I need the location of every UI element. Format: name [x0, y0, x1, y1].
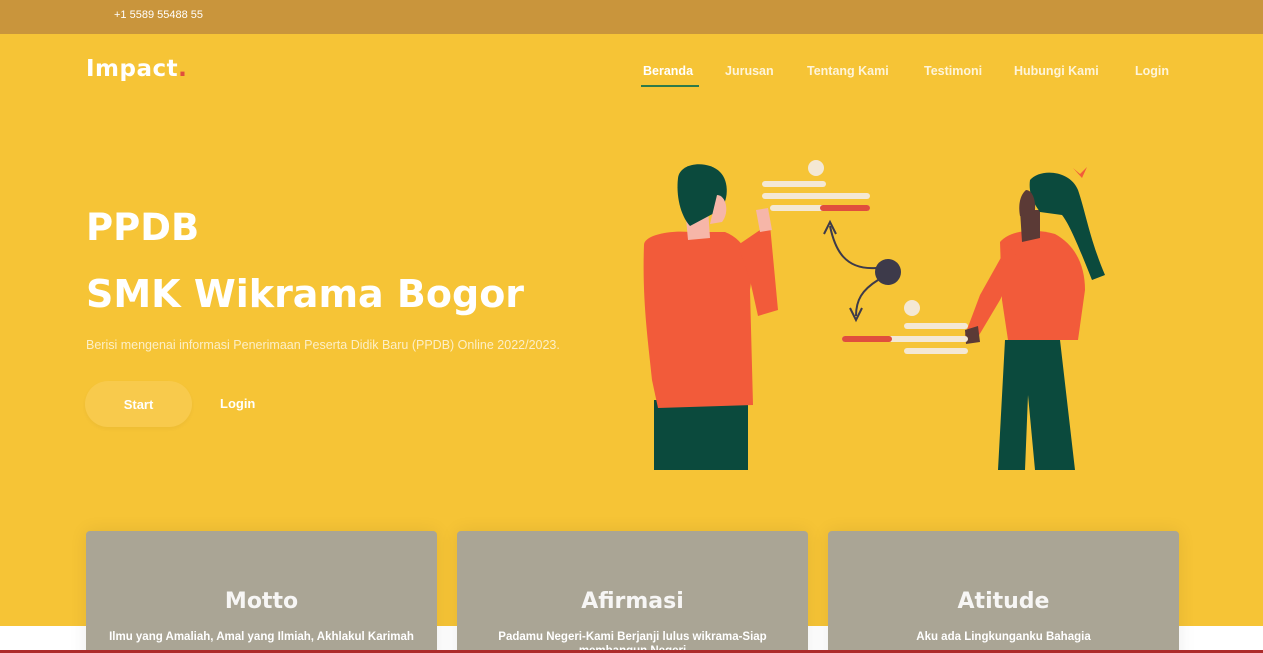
nav-item-tentang-kami[interactable]: Tentang Kami: [807, 64, 889, 78]
hero-title-line1: PPDB: [86, 206, 200, 249]
nav-item-testimoni[interactable]: Testimoni: [924, 64, 982, 78]
hero-description: Berisi mengenai informasi Penerimaan Pes…: [86, 338, 560, 352]
afirmasi-card: Afirmasi Padamu Negeri-Kami Berjanji lul…: [457, 531, 808, 653]
atitude-card: Atitude Aku ada Lingkunganku Bahagia: [828, 531, 1179, 653]
hero-title-line2: SMK Wikrama Bogor: [86, 272, 525, 316]
motto-card: Motto Ilmu yang Amaliah, Amal yang Ilmia…: [86, 531, 437, 653]
card-title-afirmasi: Afirmasi: [581, 589, 684, 614]
woman-figure: [965, 167, 1105, 470]
top-bar: +1 5589 55488 55: [0, 0, 1263, 34]
card-title-atitude: Atitude: [957, 589, 1050, 614]
nav-item-jurusan[interactable]: Jurusan: [725, 64, 774, 78]
man-figure: [643, 164, 778, 470]
card-text-atitude: Aku ada Lingkunganku Bahagia: [916, 631, 1091, 643]
phone-number: +1 5589 55488 55: [114, 9, 204, 21]
card-title-motto: Motto: [224, 589, 299, 614]
nav-item-login[interactable]: Login: [1135, 64, 1169, 78]
nav-active-underline: [641, 85, 699, 87]
chart-lines-top: [762, 160, 870, 211]
nav-item-hubungi-kami[interactable]: Hubungi Kami: [1014, 64, 1099, 78]
card-text-motto: Ilmu yang Amaliah, Amal yang Ilmiah, Akh…: [109, 631, 414, 643]
start-button[interactable]: Start: [85, 381, 192, 427]
nav-item-beranda[interactable]: Beranda: [643, 64, 693, 78]
node-arrows: [823, 219, 901, 323]
hero-login-link[interactable]: Login: [220, 396, 255, 411]
main-nav: Beranda Jurusan Tentang Kami Testimoni H…: [0, 64, 1263, 90]
hero-illustration: [643, 160, 1105, 470]
